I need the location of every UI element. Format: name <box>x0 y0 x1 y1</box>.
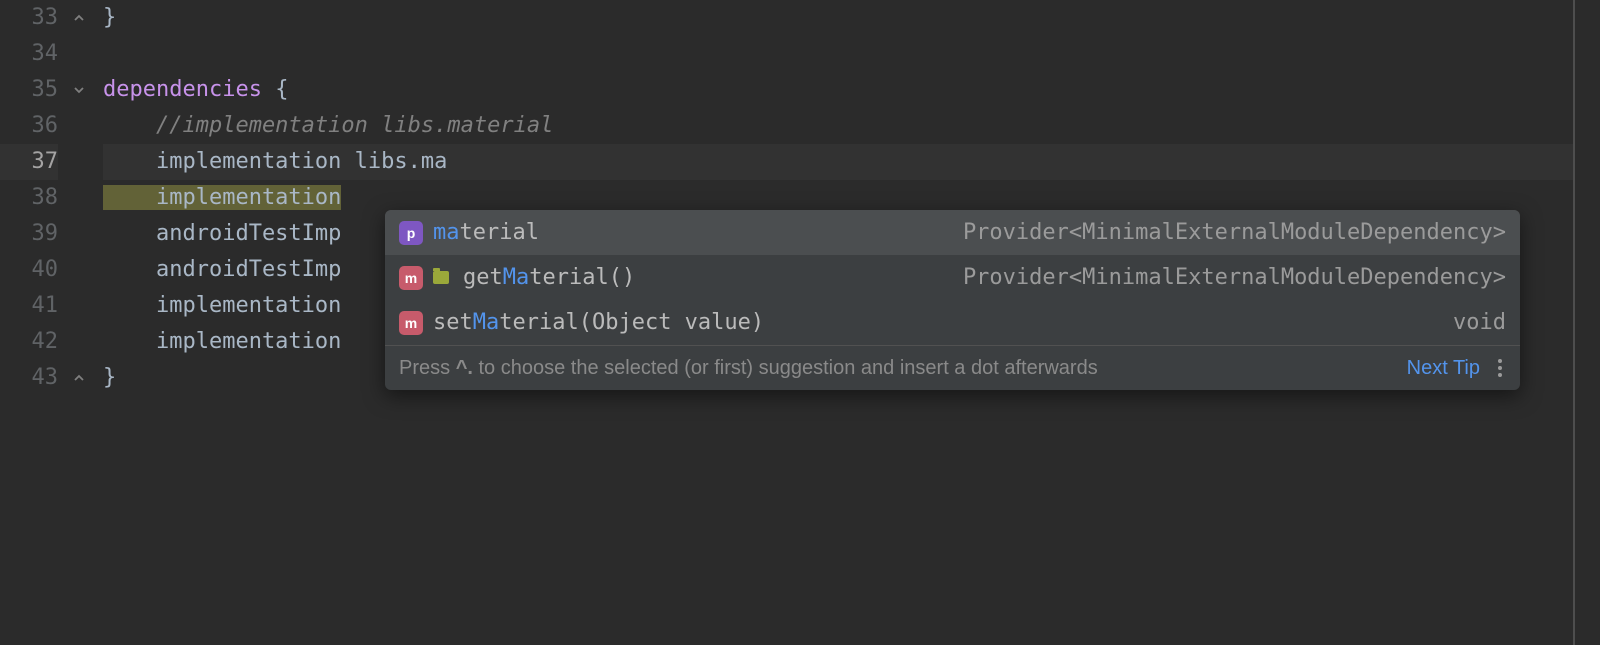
completion-item[interactable]: m setMaterial(Object value) void <box>385 300 1520 345</box>
completion-popup[interactable]: p material Provider<MinimalExternalModuleD… <box>385 210 1520 390</box>
line-number: 34 <box>0 36 58 72</box>
completion-item-type: Provider<MinimalExternalModuleDependency… <box>963 220 1506 245</box>
line-number: 35 <box>0 72 58 108</box>
method-icon: m <box>399 266 423 290</box>
completion-item-type: void <box>1453 310 1506 335</box>
completion-item-label: material <box>433 220 539 245</box>
more-options-icon[interactable] <box>1494 359 1506 377</box>
completion-hint: Press ^. to choose the selected (or firs… <box>399 357 1393 380</box>
fold-column[interactable] <box>68 0 103 645</box>
line-number-gutter: 3334353637383940414243 <box>0 0 68 645</box>
completion-item-label: setMaterial(Object value) <box>433 310 764 335</box>
line-number: 40 <box>0 252 58 288</box>
fold-open-icon[interactable] <box>72 83 86 97</box>
property-icon: p <box>399 221 423 245</box>
fold-close-icon[interactable] <box>72 371 86 385</box>
completion-item[interactable]: p material Provider<MinimalExternalModuleD… <box>385 210 1520 255</box>
completion-item[interactable]: m getMaterial() Provider<MinimalExternalMo… <box>385 255 1520 300</box>
line-number: 36 <box>0 108 58 144</box>
folder-icon <box>433 271 449 284</box>
line-number: 42 <box>0 324 58 360</box>
line-number: 38 <box>0 180 58 216</box>
method-icon: m <box>399 311 423 335</box>
line-number: 39 <box>0 216 58 252</box>
fold-close-icon[interactable] <box>72 11 86 25</box>
code-line[interactable] <box>103 36 1573 72</box>
line-number: 43 <box>0 360 58 396</box>
code-line[interactable]: implementation libs.ma <box>103 144 1573 180</box>
line-number: 41 <box>0 288 58 324</box>
line-number: 33 <box>0 0 58 36</box>
next-tip-link[interactable]: Next Tip <box>1407 357 1480 380</box>
completion-item-type: Provider<MinimalExternalModuleDependency… <box>963 265 1506 290</box>
code-line[interactable]: } <box>103 0 1573 36</box>
completion-item-label: getMaterial() <box>463 265 635 290</box>
code-line[interactable]: dependencies { <box>103 72 1573 108</box>
completion-popup-footer: Press ^. to choose the selected (or firs… <box>385 345 1520 390</box>
line-number: 37 <box>0 144 58 180</box>
code-line[interactable]: //implementation libs.material <box>103 108 1573 144</box>
